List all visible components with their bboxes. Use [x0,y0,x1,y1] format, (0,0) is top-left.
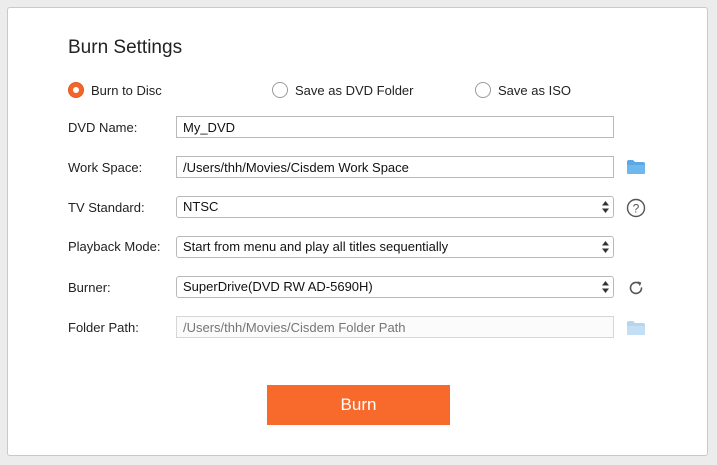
playback-mode-label: Playback Mode: [68,239,161,254]
tv-standard-select[interactable]: NTSC [176,196,614,218]
svg-text:?: ? [633,202,640,216]
radio-burn-to-disc[interactable]: Burn to Disc [68,82,162,98]
radio-indicator [272,82,288,98]
output-mode-radio-group: Burn to Disc Save as DVD Folder Save as … [0,82,717,102]
dvd-name-input[interactable] [176,116,614,138]
burner-label: Burner: [68,280,111,295]
work-space-input[interactable] [176,156,614,178]
folder-path-label: Folder Path: [68,320,139,335]
burner-value: SuperDrive(DVD RW AD-5690H) [183,279,373,294]
radio-save-as-iso[interactable]: Save as ISO [475,82,571,98]
folder-icon [625,317,647,339]
select-arrows-icon [602,281,609,293]
dvd-name-label: DVD Name: [68,120,138,135]
folder-path-input[interactable] [176,316,614,338]
refresh-icon[interactable] [625,277,647,299]
work-space-label: Work Space: [68,160,143,175]
radio-save-as-dvd-folder[interactable]: Save as DVD Folder [272,82,414,98]
radio-label: Save as DVD Folder [295,82,414,98]
radio-label: Burn to Disc [91,82,162,98]
folder-icon[interactable] [625,156,647,178]
burn-button[interactable]: Burn [267,385,450,425]
playback-mode-value: Start from menu and play all titles sequ… [183,239,449,254]
tv-standard-label: TV Standard: [68,200,145,215]
radio-selected-indicator [68,82,84,98]
help-icon[interactable]: ? [625,197,647,219]
playback-mode-select[interactable]: Start from menu and play all titles sequ… [176,236,614,258]
tv-standard-value: NTSC [183,199,219,214]
select-arrows-icon [602,241,609,253]
page-title: Burn Settings [68,37,183,58]
burner-select[interactable]: SuperDrive(DVD RW AD-5690H) [176,276,614,298]
radio-indicator [475,82,491,98]
select-arrows-icon [602,201,609,213]
radio-label: Save as ISO [498,82,571,98]
